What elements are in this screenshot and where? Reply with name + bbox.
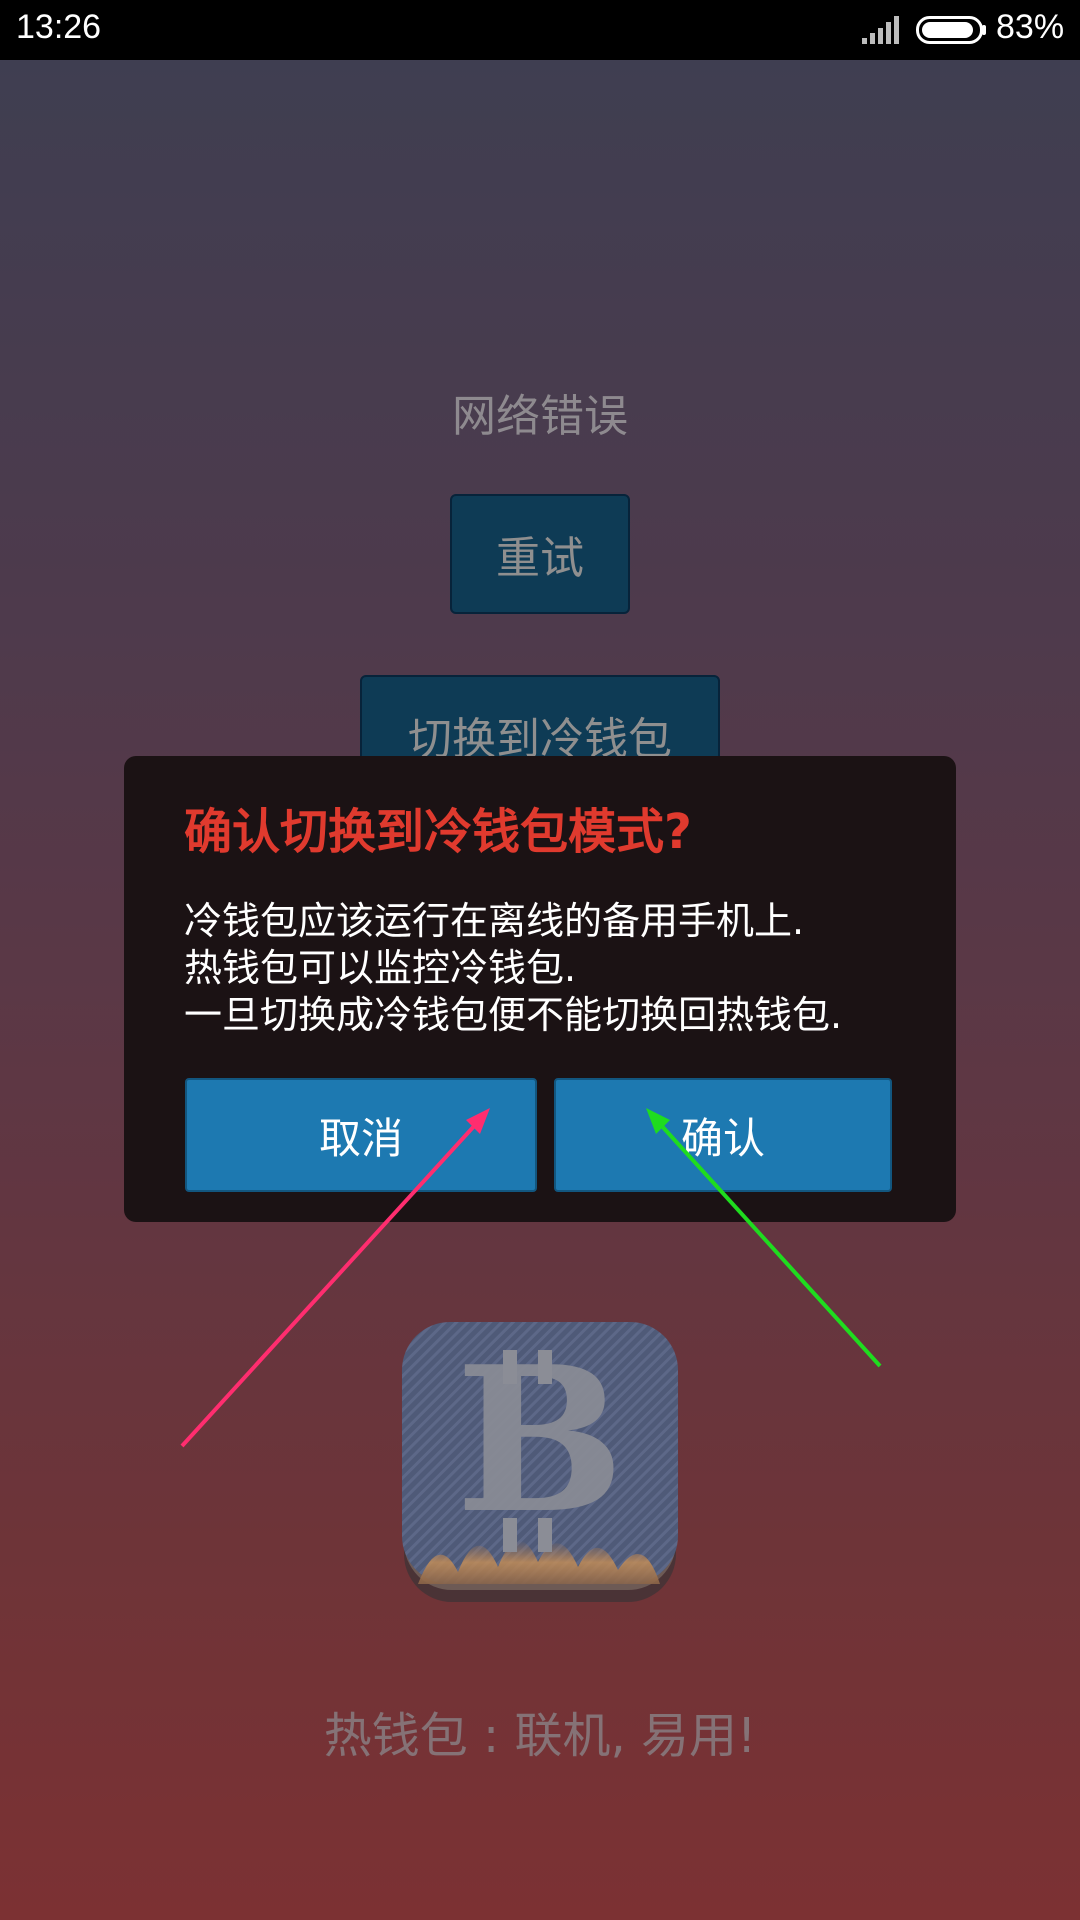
battery-percentage: 83% (996, 8, 1065, 46)
dialog-message-line: 一旦切换成冷钱包便不能切换回热钱包. (184, 993, 843, 1037)
dialog-message: 冷钱包应该运行在离线的备用手机上. 热钱包可以监控冷钱包. 一旦切换成冷钱包便不… (184, 898, 944, 1039)
confirm-cold-wallet-dialog: 确认切换到冷钱包模式? 冷钱包应该运行在离线的备用手机上. 热钱包可以监控冷钱包… (124, 756, 956, 1222)
status-bar: 13:26 83% (0, 0, 1080, 60)
dialog-title: 确认切换到冷钱包模式? (184, 804, 692, 860)
bitcoin-wallet-icon: B (402, 1322, 678, 1602)
battery-icon (916, 16, 986, 44)
dialog-message-line: 冷钱包应该运行在离线的备用手机上. (184, 899, 805, 943)
network-error-text: 网络错误 (452, 391, 628, 442)
clock: 13:26 (16, 8, 102, 46)
retry-button[interactable]: 重试 (450, 494, 630, 614)
cancel-button[interactable]: 取消 (185, 1078, 537, 1192)
confirm-button[interactable]: 确认 (554, 1078, 892, 1192)
hot-wallet-tagline: 热钱包 : 联机, 易用! (323, 1708, 757, 1764)
dialog-message-line: 热钱包可以监控冷钱包. (184, 946, 577, 990)
signal-icon (862, 16, 899, 44)
